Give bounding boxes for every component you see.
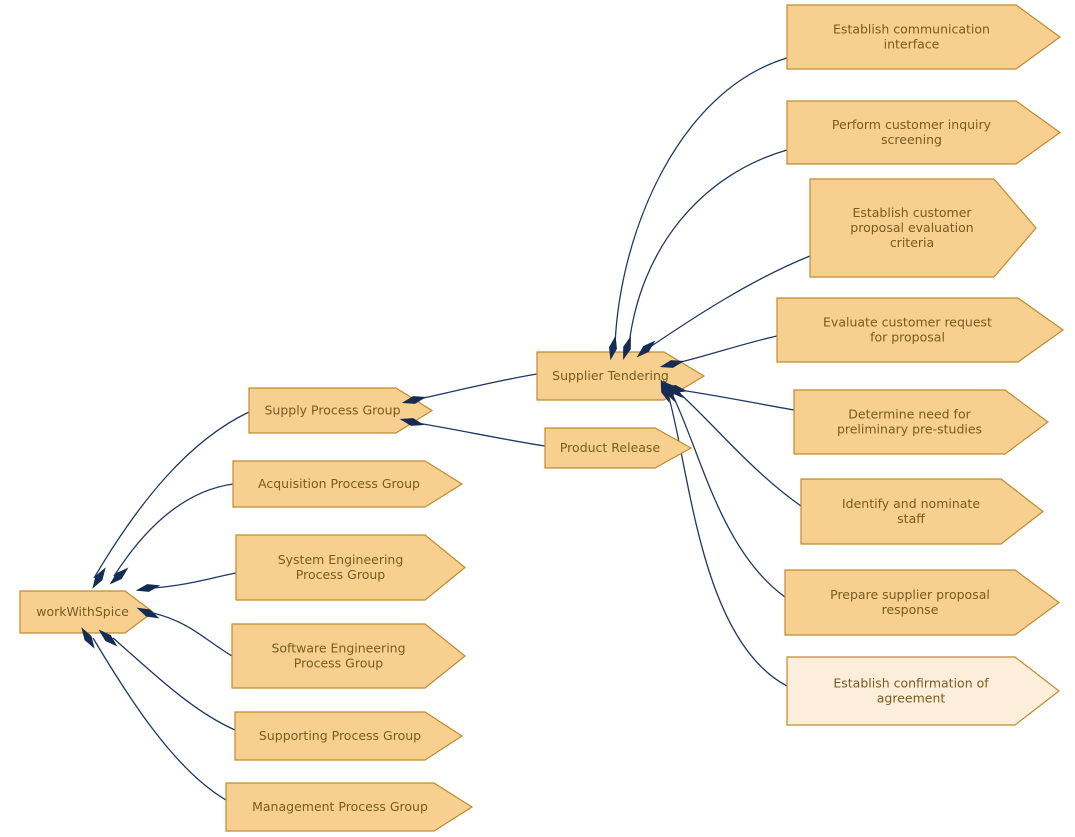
node-label-supply-process-group: Supply Process Group bbox=[264, 402, 400, 417]
node-determine-need-for-preliminary-pre-studies[interactable]: Determine need for preliminary pre-studie… bbox=[793, 389, 1050, 455]
node-management-process-group[interactable]: Management Process Group bbox=[225, 782, 474, 832]
node-software-engineering-process-group[interactable]: Software Engineering Process Group bbox=[231, 623, 466, 689]
node-label-supplier-tendering: Supplier Tendering bbox=[552, 368, 669, 383]
node-prepare-supplier-proposal-response[interactable]: Prepare supplier proposal response bbox=[784, 569, 1061, 636]
edge-st-to-establish-confirmation bbox=[667, 393, 788, 687]
node-acquisition-process-group[interactable]: Acquisition Process Group bbox=[232, 460, 464, 508]
edge-supply-to-product-release bbox=[416, 422, 546, 447]
diagram-canvas-container: workWithSpice Supply Process Group Acquisi… bbox=[0, 0, 1075, 837]
edge-root-to-acquisition bbox=[113, 483, 234, 577]
node-label-workWithSpice: workWithSpice bbox=[36, 604, 129, 619]
edge-root-to-supporting bbox=[112, 637, 236, 731]
edge-root-to-management bbox=[92, 637, 227, 801]
nodes-layer: workWithSpice Supply Process Group Acquisi… bbox=[19, 4, 1065, 832]
node-label-determine-need-for-preliminary-pre-studies: Determine need for preliminary pre-studie… bbox=[837, 406, 982, 436]
node-product-release[interactable]: Product Release bbox=[544, 427, 693, 469]
edge-root-to-software bbox=[152, 612, 233, 657]
edge-root-to-system bbox=[152, 572, 237, 589]
node-label-system-engineering-process-group: System Engineering Process Group bbox=[278, 552, 404, 582]
edge-st-to-perform-customer-inquiry bbox=[628, 149, 788, 346]
node-establish-confirmation-of-agreement[interactable]: Establish confirmation of agreement bbox=[786, 656, 1060, 726]
edge-st-to-prepare-response bbox=[671, 393, 786, 598]
node-establish-communication-interface[interactable]: Establish communication interface bbox=[786, 4, 1062, 70]
node-system-engineering-process-group[interactable]: System Engineering Process Group bbox=[235, 534, 466, 601]
edge-st-to-evaluate-request bbox=[676, 335, 778, 364]
edge-st-to-determine-need bbox=[679, 389, 795, 411]
edges-layer bbox=[92, 57, 811, 801]
node-identify-and-nominate-staff[interactable]: Identify and nominate staff bbox=[800, 478, 1044, 545]
node-label-management-process-group: Management Process Group bbox=[252, 799, 428, 814]
edge-root-to-supply bbox=[93, 411, 250, 579]
node-perform-customer-inquiry-screening[interactable]: Perform customer inquiry screening bbox=[786, 100, 1062, 165]
node-workWithSpice[interactable]: workWithSpice bbox=[19, 590, 154, 634]
node-evaluate-customer-request-for-proposal[interactable]: Evaluate customer request for proposal bbox=[776, 297, 1065, 363]
node-label-acquisition-process-group: Acquisition Process Group bbox=[258, 476, 420, 491]
node-label-supporting-process-group: Supporting Process Group bbox=[259, 728, 421, 743]
node-establish-customer-proposal-evaluation-criteria[interactable]: Establish customer proposal evaluation cri… bbox=[809, 178, 1037, 278]
node-supply-process-group[interactable]: Supply Process Group bbox=[248, 387, 434, 434]
edge-st-to-identify-staff bbox=[677, 391, 802, 507]
node-label-product-release: Product Release bbox=[560, 440, 661, 455]
edge-supply-to-supplier-tendering bbox=[418, 373, 538, 400]
edge-st-to-establish-communication bbox=[614, 57, 788, 346]
node-supporting-process-group[interactable]: Supporting Process Group bbox=[234, 711, 464, 761]
diagram-svg: workWithSpice Supply Process Group Acquisi… bbox=[19, 4, 1065, 832]
